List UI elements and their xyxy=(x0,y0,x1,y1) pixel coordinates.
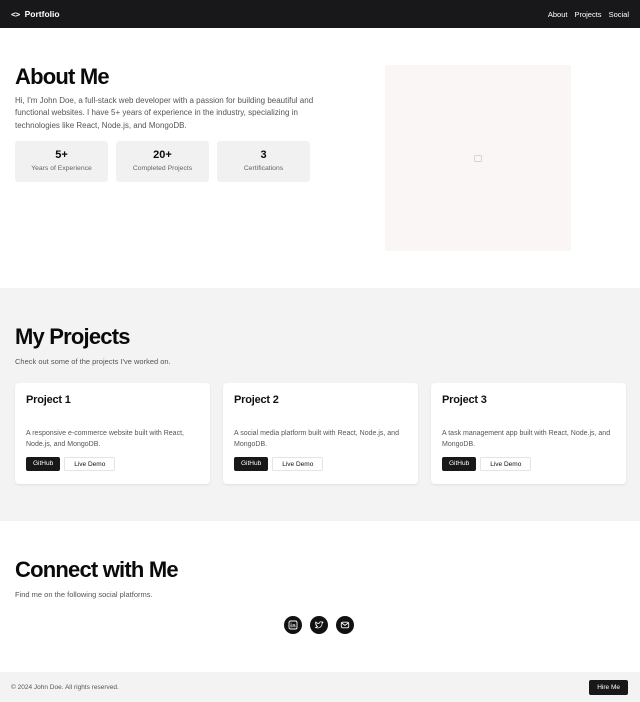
stat-value: 5+ xyxy=(55,149,68,161)
connect-subtitle: Find me on the following social platform… xyxy=(15,590,153,599)
github-button[interactable]: GitHub xyxy=(234,457,269,471)
footer: © 2024 John Doe. All rights reserved. Hi… xyxy=(0,672,640,702)
stat-value: 3 xyxy=(260,149,267,161)
github-button[interactable]: GitHub xyxy=(26,457,61,471)
project-title: Project 1 xyxy=(26,394,71,406)
project-title: Project 3 xyxy=(442,394,487,406)
github-button[interactable]: GitHub xyxy=(442,457,477,471)
project-actions: GitHub Live Demo xyxy=(26,457,116,471)
live-demo-button[interactable]: Live Demo xyxy=(480,457,532,471)
connect-title: Connect with Me xyxy=(15,557,179,582)
email-link[interactable] xyxy=(336,616,354,634)
stat-label: Completed Projects xyxy=(132,165,193,172)
brand-link[interactable]: <> Portfolio xyxy=(11,9,60,19)
email-icon xyxy=(340,621,350,629)
stat-card: 20+ Completed Projects xyxy=(116,141,209,182)
nav-link-about[interactable]: About xyxy=(548,10,568,19)
code-icon: <> xyxy=(11,9,20,19)
navbar: <> Portfolio About Projects Social xyxy=(0,0,640,28)
stat-card: 5+ Years of Experience xyxy=(15,141,108,182)
profile-image xyxy=(385,65,571,251)
stat-label: Years of Experience xyxy=(31,165,92,172)
project-actions: GitHub Live Demo xyxy=(234,457,324,471)
linkedin-link[interactable] xyxy=(284,616,302,634)
projects-subtitle: Check out some of the projects I've work… xyxy=(15,357,171,366)
project-card: Project 1 A responsive e-commerce websit… xyxy=(15,383,210,484)
projects-section: My Projects Check out some of the projec… xyxy=(0,288,640,521)
twitter-link[interactable] xyxy=(310,616,328,634)
stats-row: 5+ Years of Experience 20+ Completed Pro… xyxy=(15,141,310,182)
copyright-text: © 2024 John Doe. All rights reserved. xyxy=(11,683,119,691)
stat-value: 20+ xyxy=(153,149,172,161)
project-description: A responsive e-commerce website built wi… xyxy=(26,430,184,448)
nav-links: About Projects Social xyxy=(548,10,629,19)
about-text: Hi, I'm John Doe, a full-stack web devel… xyxy=(15,96,314,130)
live-demo-button[interactable]: Live Demo xyxy=(64,457,116,471)
about-title: About Me xyxy=(15,64,110,89)
hire-me-button[interactable]: Hire Me xyxy=(589,679,628,695)
projects-title: My Projects xyxy=(15,324,131,349)
stat-card: 3 Certifications xyxy=(217,141,310,182)
nav-link-projects[interactable]: Projects xyxy=(574,10,601,19)
project-actions: GitHub Live Demo xyxy=(442,457,532,471)
project-title: Project 2 xyxy=(234,394,279,406)
brand-label: Portfolio xyxy=(24,9,60,19)
linkedin-icon xyxy=(288,620,298,630)
about-section: About Me Hi, I'm John Doe, a full-stack … xyxy=(0,28,640,288)
twitter-icon xyxy=(314,621,324,629)
connect-section: Connect with Me Find me on the following… xyxy=(0,521,640,672)
project-card: Project 3 A task management app built wi… xyxy=(431,383,626,484)
project-description: A social media platform built with React… xyxy=(234,430,399,448)
project-card: Project 2 A social media platform built … xyxy=(223,383,418,484)
nav-link-social[interactable]: Social xyxy=(609,10,629,19)
image-placeholder-icon xyxy=(474,154,482,162)
social-links xyxy=(284,616,354,634)
stat-label: Certifications xyxy=(243,165,284,172)
live-demo-button[interactable]: Live Demo xyxy=(272,457,324,471)
project-description: A task management app built with React, … xyxy=(442,430,611,448)
project-cards: Project 1 A responsive e-commerce websit… xyxy=(15,383,626,484)
